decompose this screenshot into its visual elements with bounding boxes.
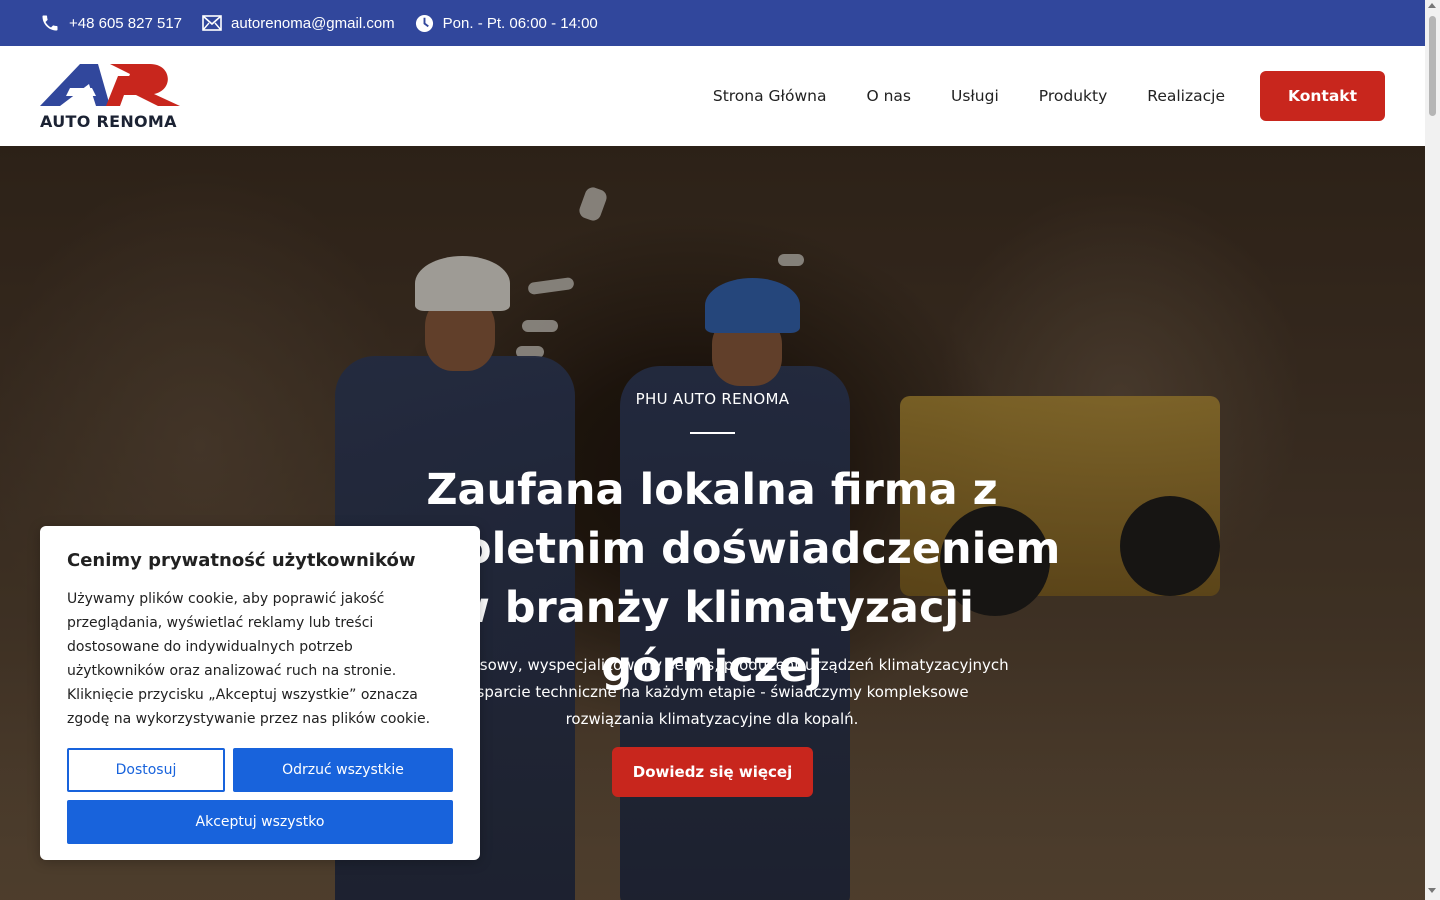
- cookie-title: Cenimy prywatność użytkowników: [67, 550, 416, 571]
- nav-item-home[interactable]: Strona Główna: [713, 87, 827, 105]
- site-header: AUTO RENOMA Strona Główna O nas Usługi P…: [0, 46, 1425, 146]
- phone-number: +48 605 827 517: [69, 14, 183, 32]
- phone-icon: [42, 15, 58, 31]
- logo[interactable]: AUTO RENOMA: [40, 62, 182, 131]
- cookie-description: Używamy plików cookie, aby poprawić jako…: [67, 591, 431, 727]
- logo-mark-icon: [40, 64, 180, 106]
- nav-item-projects[interactable]: Realizacje: [1147, 87, 1225, 105]
- mail-icon: [202, 15, 222, 31]
- accept-all-button[interactable]: Akceptuj wszystko: [67, 800, 453, 844]
- nav-item-about[interactable]: O nas: [866, 87, 911, 105]
- nav-item-services[interactable]: Usługi: [951, 87, 999, 105]
- scroll-thumb[interactable]: [1429, 16, 1436, 116]
- main-navigation: Strona Główna O nas Usługi Produkty Real…: [673, 71, 1385, 121]
- reject-all-button[interactable]: Odrzuć wszystkie: [233, 748, 453, 792]
- learn-more-button[interactable]: Dowiedz się więcej: [612, 747, 813, 797]
- phone-contact[interactable]: +48 605 827 517: [40, 13, 182, 33]
- email-contact[interactable]: autorenoma@gmail.com: [202, 15, 395, 32]
- scroll-up-arrow-icon[interactable]: [1428, 3, 1436, 8]
- logo-text: AUTO RENOMA: [40, 112, 177, 131]
- hero-divider: [690, 432, 735, 434]
- customize-button[interactable]: Dostosuj: [67, 748, 225, 792]
- scroll-down-arrow-icon[interactable]: [1428, 888, 1436, 893]
- cookie-consent-banner: Cenimy prywatność użytkowników Używamy p…: [40, 526, 480, 860]
- nav-item-products[interactable]: Produkty: [1039, 87, 1107, 105]
- page-scrollbar[interactable]: [1425, 0, 1440, 900]
- cookie-button-row: Dostosuj Odrzuć wszystkie: [67, 748, 453, 792]
- hero-eyebrow: PHU AUTO RENOMA: [635, 390, 790, 408]
- top-contact-bar: +48 605 827 517 autorenoma@gmail.com Pon…: [0, 0, 1425, 46]
- hero-subtitle: Kompleksowy, wyspecjalizowany serwis, pr…: [415, 656, 1009, 728]
- clock-icon: [415, 14, 433, 32]
- hours-text: Pon. - Pt. 06:00 - 14:00: [442, 14, 598, 32]
- email-address: autorenoma@gmail.com: [231, 14, 395, 32]
- opening-hours: Pon. - Pt. 06:00 - 14:00: [415, 14, 598, 33]
- contact-button[interactable]: Kontakt: [1260, 71, 1385, 121]
